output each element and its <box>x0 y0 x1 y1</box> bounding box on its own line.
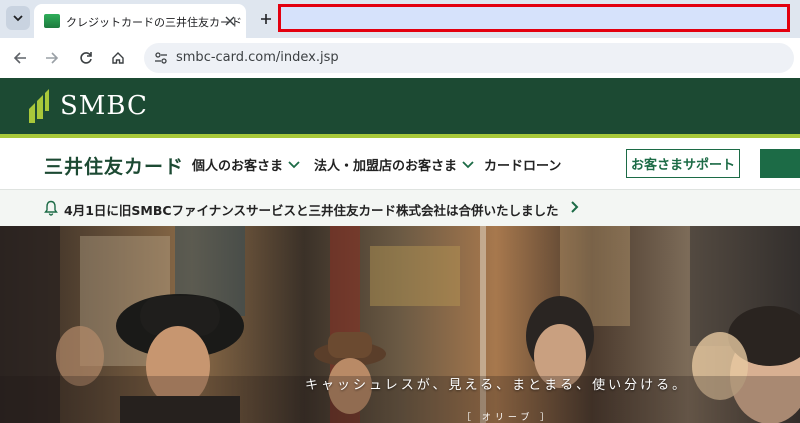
hero-banner[interactable]: キャッシュレスが、見える、まとまる、使い分ける。 ［ オリーブ ］ <box>0 226 800 423</box>
menu-label: カードローン <box>484 159 562 174</box>
company-logo-text[interactable]: 三井住友カード <box>44 152 184 179</box>
hero-photo-image <box>0 226 800 423</box>
chevron-right-icon <box>571 201 579 213</box>
highlight-annotation-box <box>278 4 790 32</box>
notice-text: 4月1日に旧SMBCファイナンスサービスと三井住友カード株式会社は合併いたしまし… <box>64 203 559 218</box>
plus-icon <box>261 14 271 24</box>
home-button[interactable] <box>106 46 130 70</box>
tab-title: クレジットカードの三井住友カード <box>66 16 242 29</box>
arrow-left-icon <box>13 52 26 64</box>
hero-caption: キャッシュレスが、見える、まとまる、使い分ける。 <box>305 378 689 393</box>
browser-tab-bar: クレジットカードの三井住友カード <box>0 0 800 38</box>
chevron-down-icon <box>462 160 474 168</box>
address-bar[interactable]: smbc-card.com/index.jsp <box>144 43 794 73</box>
browser-tab-active[interactable]: クレジットカードの三井住友カード <box>34 4 246 38</box>
forward-button[interactable] <box>40 46 64 70</box>
browser-toolbar: smbc-card.com/index.jsp <box>0 38 800 78</box>
customer-support-button[interactable]: お客さまサポート <box>626 149 740 178</box>
reload-icon <box>80 52 92 64</box>
site-navigation: 三井住友カード 個人のお客さま 法人・加盟店のお客さま カードローン お客さまサ… <box>0 138 800 190</box>
back-button[interactable] <box>8 46 32 70</box>
menu-label: 法人・加盟店のお客さま <box>314 159 458 174</box>
chevron-down-icon <box>288 160 300 168</box>
arrow-right-icon <box>46 52 59 64</box>
menu-card-loan[interactable]: カードローン <box>484 155 561 174</box>
close-icon <box>225 16 235 26</box>
url-text: smbc-card.com/index.jsp <box>176 50 339 65</box>
bell-icon <box>44 200 58 216</box>
site-info-button[interactable] <box>150 47 172 69</box>
site-favicon-icon <box>44 14 60 28</box>
site-brand-header: SMBC <box>0 78 800 134</box>
hero-subcaption: ［ オリーブ ］ <box>462 413 554 423</box>
home-icon <box>112 52 124 64</box>
reload-button[interactable] <box>74 46 98 70</box>
tune-icon <box>155 52 167 64</box>
login-button[interactable] <box>760 149 800 178</box>
smbc-logo[interactable]: SMBC <box>28 88 148 124</box>
menu-label: 個人のお客さま <box>192 159 284 174</box>
smbc-logo-text: SMBC <box>60 91 148 121</box>
tab-close-button[interactable] <box>220 11 240 31</box>
notice-bar[interactable]: 4月1日に旧SMBCファイナンスサービスと三井住友カード株式会社は合併いたしまし… <box>0 190 800 226</box>
menu-personal[interactable]: 個人のお客さま <box>192 155 301 174</box>
smbc-logo-mark-icon <box>29 89 49 123</box>
chevron-down-icon <box>13 15 23 22</box>
new-tab-button[interactable] <box>254 7 278 31</box>
menu-corporate[interactable]: 法人・加盟店のお客さま <box>314 155 475 174</box>
tab-search-button[interactable] <box>6 6 30 30</box>
